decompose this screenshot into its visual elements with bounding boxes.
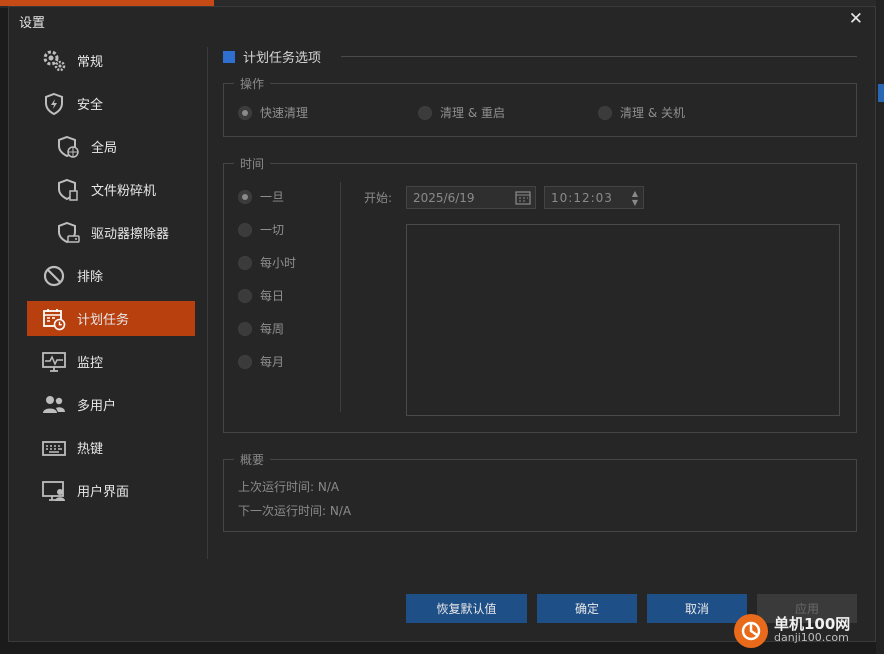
radio-dot	[238, 105, 252, 120]
cancel-button[interactable]: 取消	[647, 594, 747, 623]
sidebar-item-label: 驱动器擦除器	[91, 227, 170, 242]
radio-clean-shutdown[interactable]: 清理 & 关机	[598, 104, 685, 121]
shield-drive-icon	[55, 220, 81, 246]
radio-label: 每小时	[260, 256, 297, 270]
watermark-url: danji100.com	[774, 631, 849, 644]
radio-clean-restart[interactable]: 清理 & 重启	[418, 104, 505, 121]
dialog-title: 设置	[19, 16, 46, 31]
radio-dot	[238, 189, 252, 204]
radio-label: 每月	[260, 355, 285, 369]
watermark-logo-icon	[734, 614, 768, 648]
radio-label: 每周	[260, 322, 285, 336]
radio-label: 每日	[260, 289, 285, 303]
settings-dialog: 设置 ✕ 常规 安全 全局 文件粉碎机 驱动器擦除器 排除 计划任务 监控 多用…	[8, 6, 876, 642]
close-icon[interactable]: ✕	[849, 9, 863, 29]
watermark-brand: 单机100网	[774, 615, 851, 633]
sidebar-item-multi-user[interactable]: 多用户	[27, 387, 195, 422]
radio-dot	[238, 354, 252, 369]
sidebar-item-user-interface[interactable]: 用户界面	[27, 473, 195, 508]
monitor-pulse-icon	[41, 349, 67, 375]
next-run-text: 下一次运行时间: N/A	[238, 504, 352, 518]
sidebar-item-label: 监控	[77, 356, 104, 371]
sidebar-item-scheduled-tasks[interactable]: 计划任务	[27, 301, 195, 336]
start-label: 开始:	[364, 191, 393, 205]
sidebar-item-label: 多用户	[77, 399, 117, 414]
sidebar-divider	[207, 47, 208, 559]
operation-group: 操作 快速清理 清理 & 重启 清理 & 关机	[223, 75, 857, 137]
radio-label: 快速清理	[260, 106, 309, 120]
radio-dot	[238, 222, 252, 237]
task-description-box[interactable]	[406, 224, 840, 416]
radio-dot	[418, 105, 432, 120]
radio-dot	[238, 255, 252, 270]
radio-always[interactable]: 一切	[238, 221, 284, 238]
radio-quick-clean[interactable]: 快速清理	[238, 104, 308, 121]
radio-dot	[238, 321, 252, 336]
ban-icon	[41, 263, 67, 289]
operation-legend: 操作	[234, 75, 271, 92]
sidebar-item-monitoring[interactable]: 监控	[27, 344, 195, 379]
time-legend: 时间	[234, 155, 271, 172]
start-time-value: 10:12:03	[551, 190, 613, 205]
radio-weekly[interactable]: 每周	[238, 320, 284, 337]
start-time-spinner[interactable]: 10:12:03 ▲ ▼	[544, 186, 644, 209]
radio-label: 一切	[260, 223, 285, 237]
sidebar-item-label: 用户界面	[77, 485, 130, 500]
background-app-selection	[878, 84, 884, 102]
sidebar-item-hotkeys[interactable]: 热键	[27, 430, 195, 465]
ok-button[interactable]: 确定	[537, 594, 637, 623]
radio-once[interactable]: 一旦	[238, 188, 284, 205]
sidebar-item-drive-wiper[interactable]: 驱动器擦除器	[27, 215, 195, 250]
shield-globe-icon	[55, 134, 81, 160]
radio-daily[interactable]: 每日	[238, 287, 284, 304]
sidebar-item-label: 计划任务	[77, 313, 130, 328]
calendar-icon[interactable]	[515, 190, 531, 208]
last-run-text: 上次运行时间: N/A	[238, 480, 340, 494]
settings-sidebar: 常规 安全 全局 文件粉碎机 驱动器擦除器 排除 计划任务 监控 多用户 热键 …	[27, 43, 195, 516]
sidebar-item-label: 排除	[77, 270, 104, 285]
monitor-user-icon	[41, 478, 67, 504]
section-marker-icon	[223, 50, 235, 63]
radio-label: 一旦	[260, 190, 285, 204]
radio-label: 清理 & 关机	[620, 106, 685, 120]
summary-legend: 概要	[234, 451, 271, 468]
start-date-value: 2025/6/19	[413, 190, 475, 205]
time-group: 时间 一旦 一切 每小时 每日 每周 每月 开始: 2025/6/19 10:1…	[223, 155, 857, 433]
sidebar-item-label: 热键	[77, 442, 104, 457]
calendar-clock-icon	[41, 306, 67, 332]
keyboard-icon	[41, 435, 67, 461]
radio-dot	[238, 288, 252, 303]
sidebar-item-label: 安全	[77, 98, 104, 113]
sidebar-item-label: 全局	[91, 141, 118, 156]
sidebar-item-global[interactable]: 全局	[27, 129, 195, 164]
section-divider	[341, 56, 857, 57]
site-watermark: 单机100网 danji100.com	[734, 614, 850, 648]
sidebar-item-exclude[interactable]: 排除	[27, 258, 195, 293]
restore-defaults-button[interactable]: 恢复默认值	[406, 594, 527, 623]
gears-icon	[41, 48, 67, 74]
sidebar-item-general[interactable]: 常规	[27, 43, 195, 78]
radio-label: 清理 & 重启	[440, 106, 505, 120]
section-title: 计划任务选项	[243, 51, 322, 66]
sidebar-item-security[interactable]: 安全	[27, 86, 195, 121]
users-icon	[41, 392, 67, 418]
summary-group: 概要 上次运行时间: N/A 下一次运行时间: N/A	[223, 451, 857, 532]
sidebar-item-label: 常规	[77, 55, 104, 70]
shield-file-icon	[55, 177, 81, 203]
time-options-divider	[340, 182, 341, 412]
shield-icon	[41, 91, 67, 117]
radio-hourly[interactable]: 每小时	[238, 254, 296, 271]
start-date-picker[interactable]: 2025/6/19	[406, 186, 536, 209]
watermark-text: 单机100网 danji100.com	[774, 617, 850, 645]
spinner-arrows-icon[interactable]: ▲ ▼	[632, 189, 638, 207]
radio-dot	[598, 105, 612, 120]
radio-monthly[interactable]: 每月	[238, 353, 284, 370]
sidebar-item-label: 文件粉碎机	[91, 184, 157, 199]
sidebar-item-file-shredder[interactable]: 文件粉碎机	[27, 172, 195, 207]
section-header: 计划任务选项	[223, 47, 321, 66]
